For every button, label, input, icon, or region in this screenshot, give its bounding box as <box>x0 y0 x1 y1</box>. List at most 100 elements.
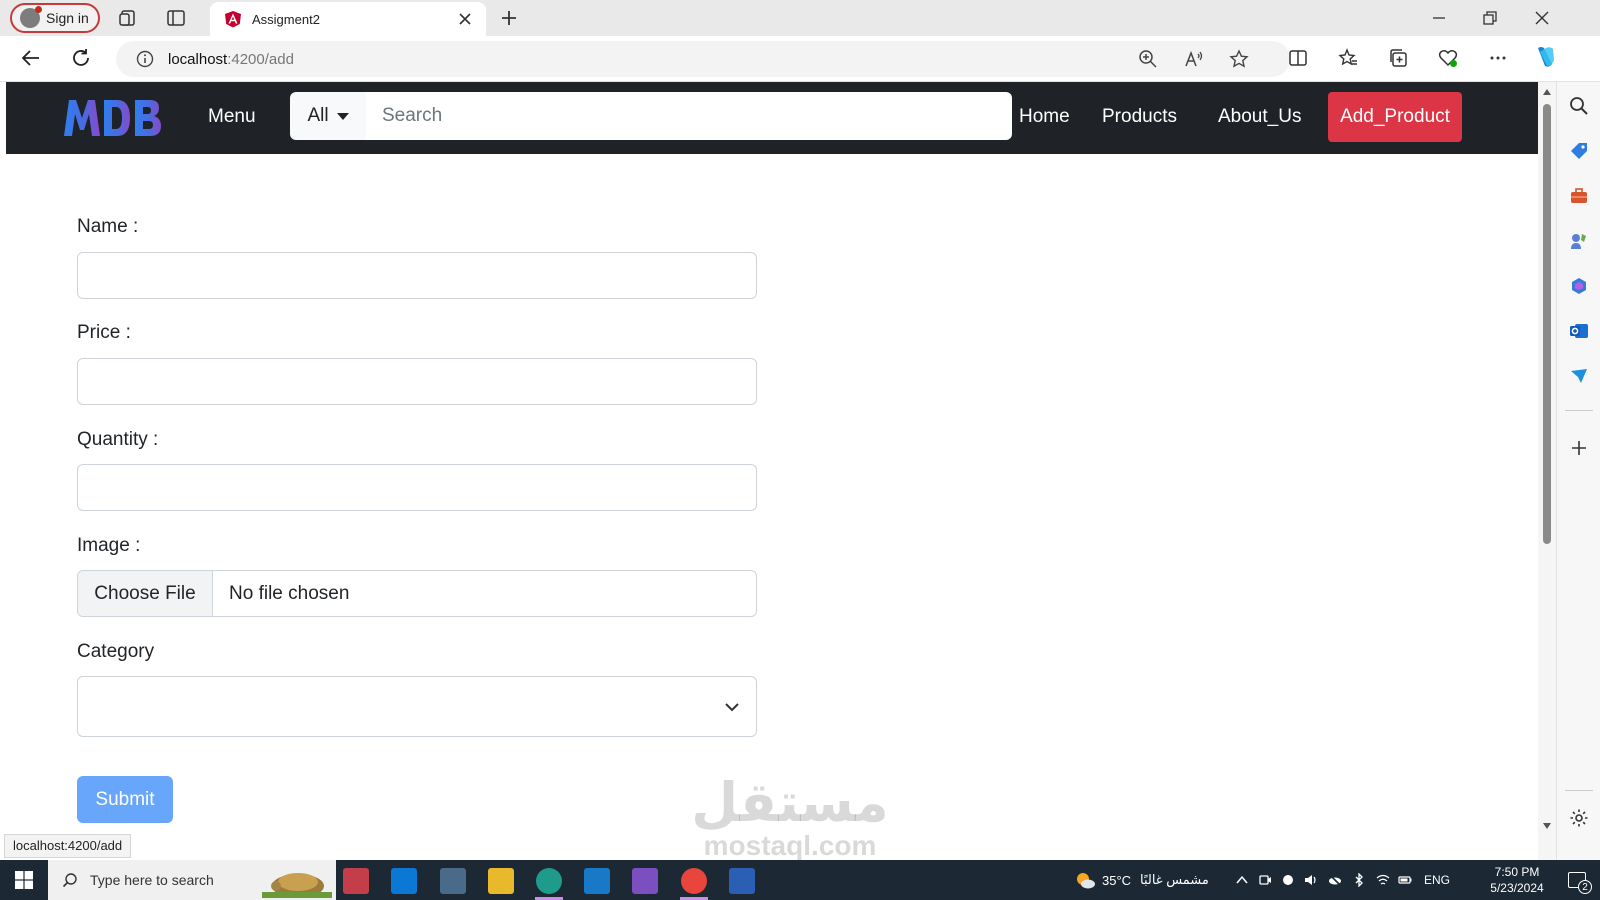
wifi-icon[interactable] <box>1376 873 1390 887</box>
bluetooth-icon[interactable] <box>1352 873 1366 887</box>
favorites-icon[interactable] <box>1338 48 1358 68</box>
taskbar-edge-icon[interactable] <box>536 868 562 894</box>
choose-file-button[interactable]: Choose File <box>78 571 213 616</box>
nav-link-about-us[interactable]: About_Us <box>1218 106 1301 128</box>
microsoft-365-icon[interactable] <box>1569 276 1589 296</box>
copilot-icon[interactable] <box>1532 44 1558 70</box>
category-select[interactable] <box>77 676 757 737</box>
watermark-arabic: مستقل <box>691 773 889 833</box>
add-product-button[interactable]: Add_Product <box>1328 92 1462 142</box>
edge-sidebar <box>1556 82 1600 860</box>
tab-assigment2[interactable]: Assigment2 <box>210 2 486 36</box>
name-input[interactable] <box>77 252 757 299</box>
submit-button[interactable]: Submit <box>77 776 173 823</box>
read-aloud-icon[interactable] <box>1184 49 1204 69</box>
minimize-icon[interactable] <box>1431 10 1447 26</box>
scroll-thumb[interactable] <box>1543 104 1551 544</box>
browser-toolbar: localhost:4200/add <box>0 36 1600 82</box>
clock-time: 7:50 PM <box>1494 865 1540 879</box>
notification-count-badge: 2 <box>1578 880 1592 894</box>
tray-app-icon[interactable] <box>1281 873 1295 887</box>
browser-tab-strip: Sign in Assigment2 <box>0 0 1600 36</box>
category-dropdown-label: All <box>307 105 329 126</box>
add-sidebar-app-icon[interactable] <box>1569 438 1589 458</box>
sidebar-divider <box>1565 410 1593 411</box>
chevron-down-icon <box>725 703 739 712</box>
mdb-logo[interactable] <box>62 96 166 140</box>
search-input[interactable] <box>366 92 1012 140</box>
profile-signin-button[interactable]: Sign in <box>10 3 100 33</box>
outlook-icon[interactable] <box>1569 321 1589 341</box>
scroll-down-icon[interactable] <box>1542 822 1552 830</box>
cloud-offline-icon[interactable] <box>1328 873 1342 887</box>
new-tab-icon[interactable] <box>500 9 518 27</box>
collections-icon[interactable] <box>1388 48 1408 68</box>
taskbar-store-app-icon[interactable] <box>391 868 417 894</box>
more-options-icon[interactable] <box>1488 48 1508 68</box>
taskbar-chrome-icon[interactable] <box>681 868 707 894</box>
taskbar-calculator-app-icon[interactable] <box>440 868 466 894</box>
quantity-input[interactable] <box>77 464 757 511</box>
weather-sun-cloud-icon <box>1077 873 1095 889</box>
sidebar-search-icon[interactable] <box>1569 96 1589 116</box>
volume-icon[interactable] <box>1304 873 1318 887</box>
nav-link-products[interactable]: Products <box>1102 106 1177 128</box>
page-viewport: Menu All Home Products About_Us Add_Prod… <box>6 82 1538 860</box>
price-label: Price : <box>77 322 131 343</box>
tray-meet-icon[interactable] <box>1258 873 1272 887</box>
link-status-url: localhost:4200/add <box>4 834 132 858</box>
split-screen-icon[interactable] <box>1288 48 1308 68</box>
nav-link-home[interactable]: Home <box>1019 106 1070 128</box>
image-file-input[interactable]: Choose File No file chosen <box>77 570 757 617</box>
shopping-tag-icon[interactable] <box>1569 141 1589 161</box>
taskbar-search-placeholder: Type here to search <box>90 872 214 888</box>
tab-actions-icon[interactable] <box>166 8 186 28</box>
url-path: :4200/add <box>227 50 294 68</box>
sidebar-divider-bottom <box>1565 790 1593 791</box>
taskbar-search-box[interactable]: Type here to search <box>48 860 336 900</box>
weather-temp[interactable]: 35°C <box>1102 860 1131 900</box>
search-group: All <box>290 92 1012 140</box>
price-input[interactable] <box>77 358 757 405</box>
search-highlight-tortoise-icon <box>262 873 332 898</box>
site-info-icon[interactable] <box>136 50 154 68</box>
menu-link[interactable]: Menu <box>208 106 256 128</box>
show-hidden-icons-chevron-icon[interactable] <box>1235 873 1249 887</box>
zoom-icon[interactable] <box>1138 49 1158 69</box>
browser-essentials-icon[interactable] <box>1438 48 1458 68</box>
close-tab-icon[interactable] <box>458 12 472 26</box>
refresh-icon[interactable] <box>70 47 92 69</box>
page-scrollbar[interactable] <box>1538 82 1556 860</box>
input-language[interactable]: ENG <box>1424 860 1450 900</box>
taskbar-access-app-icon[interactable] <box>343 868 369 894</box>
weather-description[interactable]: مشمس غالبًا <box>1140 860 1209 900</box>
clock-date: 5/23/2024 <box>1490 881 1544 895</box>
category-dropdown-button[interactable]: All <box>290 92 366 140</box>
address-bar[interactable]: localhost:4200/add <box>116 41 1290 77</box>
back-arrow-icon[interactable] <box>20 47 42 69</box>
taskbar-word-icon[interactable] <box>729 868 755 894</box>
sidebar-settings-gear-icon[interactable] <box>1569 808 1589 828</box>
tools-briefcase-icon[interactable] <box>1569 186 1589 206</box>
taskbar-vscode-icon[interactable] <box>584 868 610 894</box>
taskbar-visual-studio-icon[interactable] <box>632 868 658 894</box>
restore-icon[interactable] <box>1482 10 1498 26</box>
app-navbar: Menu All Home Products About_Us Add_Prod… <box>6 82 1538 154</box>
taskbar-file-explorer-icon[interactable] <box>488 868 514 894</box>
profile-avatar-icon <box>20 6 42 28</box>
taskbar-clock[interactable]: 7:50 PM 5/23/2024 <box>1478 864 1556 896</box>
games-icon[interactable] <box>1569 231 1589 251</box>
name-label: Name : <box>77 216 139 237</box>
favorite-star-icon[interactable] <box>1229 49 1249 69</box>
tab-title: Assigment2 <box>252 11 320 27</box>
file-status-text: No file chosen <box>229 582 350 604</box>
quantity-label: Quantity : <box>77 429 159 450</box>
close-window-icon[interactable] <box>1534 10 1550 26</box>
windows-taskbar: Type here to search 35°C مشمس غالبًا ENG… <box>0 860 1600 900</box>
windows-start-icon[interactable] <box>14 870 34 890</box>
scroll-up-icon[interactable] <box>1542 88 1552 96</box>
angular-favicon-icon <box>225 11 241 28</box>
drop-send-icon[interactable] <box>1569 366 1589 386</box>
workspaces-icon[interactable] <box>118 8 138 28</box>
battery-icon[interactable] <box>1398 873 1412 887</box>
